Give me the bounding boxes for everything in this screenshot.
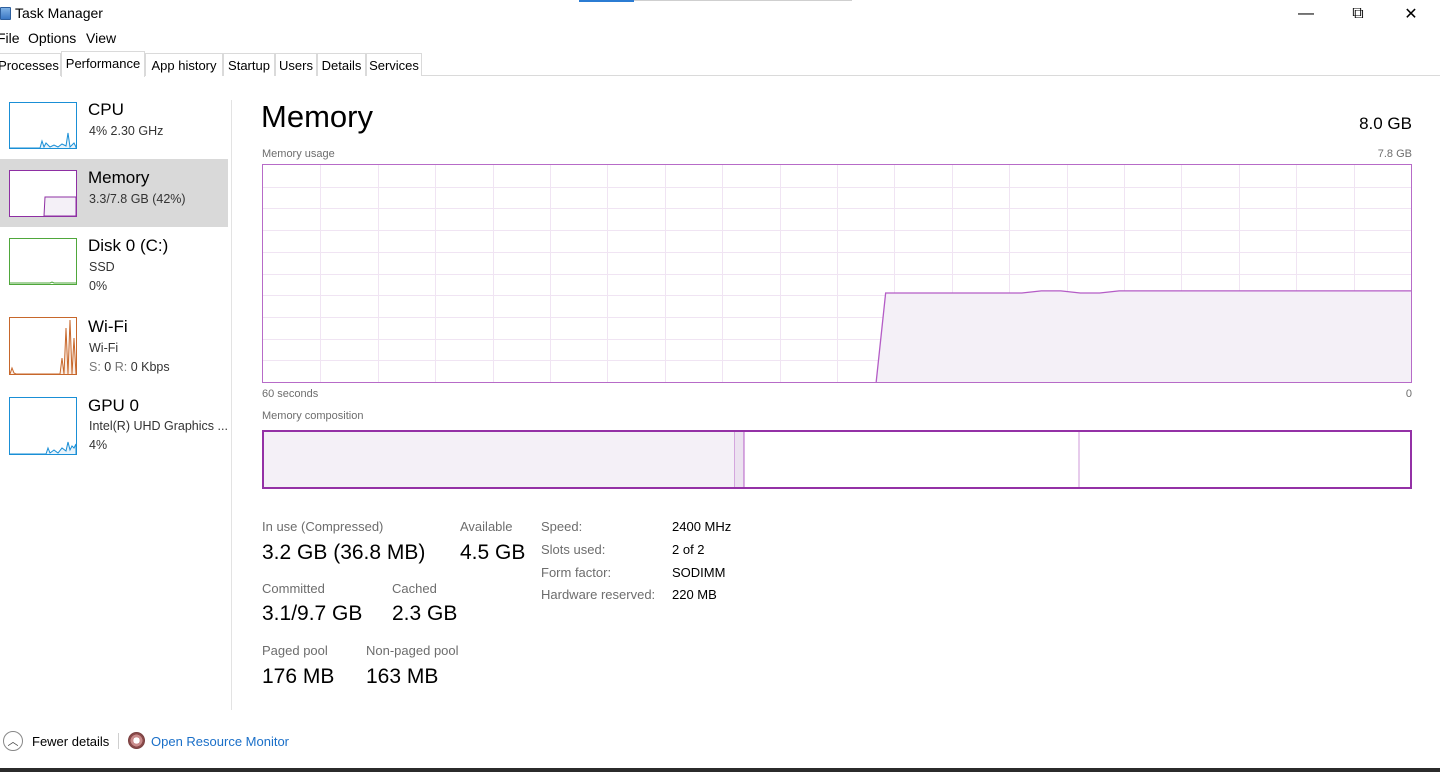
wifi-send-value: 0	[104, 360, 112, 374]
title-accent-line	[579, 0, 634, 2]
menu-view[interactable]: View	[86, 30, 116, 46]
tab-performance[interactable]: Performance	[61, 51, 145, 77]
memory-usage: 3.3/7.8 GB (42%)	[89, 192, 186, 206]
paged-pool-value: 176 MB	[262, 665, 335, 688]
disk-usage: 0%	[89, 279, 108, 293]
committed-label: Committed	[262, 581, 325, 596]
tab-details[interactable]: Details	[317, 53, 366, 76]
slots-used-key: Slots used:	[541, 542, 606, 557]
hardware-reserved-key: Hardware reserved:	[541, 587, 656, 602]
memory-usage-max: 7.8 GB	[1377, 148, 1412, 160]
in-use-label: In use (Compressed)	[262, 519, 384, 534]
memory-usage-label: Memory usage	[262, 148, 335, 160]
wifi-thumbnail-graph	[9, 317, 77, 375]
memory-usage-area	[876, 290, 1411, 382]
disk-title: Disk 0 (C:)	[88, 236, 169, 255]
cpu-thumbnail-graph	[9, 102, 77, 149]
menu-options[interactable]: Options	[28, 30, 76, 46]
cpu-title: CPU	[88, 100, 124, 119]
gpu-usage: 4%	[89, 438, 108, 452]
tab-users[interactable]: Users	[275, 53, 317, 76]
footer-divider	[118, 733, 119, 749]
speed-value: 2400 MHz	[672, 519, 732, 534]
memory-thumbnail-graph	[9, 170, 77, 217]
tab-processes[interactable]: Processes	[0, 53, 61, 76]
hardware-reserved-value: 220 MB	[672, 587, 717, 602]
sidebar-item-cpu[interactable]: CPU 4% 2.30 GHz	[0, 91, 228, 159]
taskbar-edge	[0, 768, 1440, 772]
in-use-value: 3.2 GB (36.8 MB)	[262, 541, 426, 564]
sidebar-item-memory[interactable]: Memory 3.3/7.8 GB (42%)	[0, 159, 228, 227]
wifi-title: Wi-Fi	[88, 317, 128, 336]
gpu-title: GPU 0	[88, 396, 140, 415]
sidebar-item-gpu[interactable]: GPU 0 Intel(R) UHD Graphics ... 4%	[0, 385, 228, 455]
close-icon: ✕	[1404, 6, 1418, 23]
memory-composition-label: Memory composition	[262, 410, 364, 422]
task-manager-icon	[0, 7, 11, 20]
form-factor-value: SODIMM	[672, 565, 726, 580]
fewer-details-button[interactable]: Fewer details	[32, 734, 109, 749]
disk-thumbnail-graph	[9, 238, 77, 285]
composition-modified	[735, 432, 744, 487]
time-axis-left: 60 seconds	[262, 388, 319, 400]
non-paged-pool-value: 163 MB	[366, 665, 439, 688]
non-paged-pool-label: Non-paged pool	[366, 643, 459, 658]
form-factor-key: Form factor:	[541, 565, 612, 580]
sidebar-item-disk[interactable]: Disk 0 (C:) SSD 0%	[0, 227, 228, 295]
memory-usage-graph	[262, 164, 1412, 383]
minimize-icon: —	[1298, 5, 1314, 22]
open-resource-monitor-link[interactable]: Open Resource Monitor	[151, 734, 289, 749]
sidebar-divider	[231, 100, 232, 710]
time-axis-right: 0	[1405, 388, 1412, 400]
tab-services[interactable]: Services	[366, 53, 422, 76]
title-accent-line-2	[634, 0, 852, 1]
fewer-details-icon[interactable]: ︿	[3, 731, 23, 751]
disk-type: SSD	[89, 260, 115, 274]
tab-app-history[interactable]: App history	[145, 53, 223, 76]
wifi-receive-value: 0 Kbps	[130, 360, 170, 374]
cpu-usage: 4% 2.30 GHz	[89, 124, 164, 138]
restore-button[interactable]: ⧉	[1331, 0, 1385, 28]
minimize-button[interactable]: —	[1279, 0, 1333, 28]
cached-value: 2.3 GB	[392, 602, 458, 625]
sidebar-item-wifi[interactable]: Wi-Fi Wi-Fi S: 0 R: 0 Kbps	[0, 306, 228, 375]
speed-key: Speed:	[541, 519, 583, 534]
memory-usage-chart	[263, 165, 1411, 383]
gpu-model: Intel(R) UHD Graphics ...	[89, 419, 228, 433]
memory-title: Memory	[88, 168, 150, 187]
menu-file[interactable]: File	[0, 30, 20, 46]
memory-total: 8.0 GB	[1359, 114, 1412, 133]
cached-label: Cached	[392, 581, 437, 596]
memory-composition-bar	[262, 430, 1412, 489]
wifi-adapter: Wi-Fi	[89, 341, 119, 355]
available-label: Available	[460, 519, 513, 534]
page-title: Memory	[261, 99, 373, 134]
tab-strip: Processes Performance App history Startu…	[0, 51, 1440, 77]
resource-monitor-icon	[128, 732, 145, 749]
window-title: Task Manager	[15, 5, 103, 21]
title-bar: Task Manager — ⧉ ✕	[0, 0, 1440, 28]
close-button[interactable]: ✕	[1384, 0, 1438, 28]
tab-startup[interactable]: Startup	[223, 53, 275, 76]
slots-used-value: 2 of 2	[672, 542, 705, 557]
restore-icon: ⧉	[1352, 5, 1364, 22]
composition-in-use	[264, 432, 735, 487]
wifi-send-key: S:	[89, 360, 101, 374]
gpu-thumbnail-graph	[9, 397, 77, 455]
available-value: 4.5 GB	[460, 541, 526, 564]
paged-pool-label: Paged pool	[262, 643, 328, 658]
wifi-receive-key: R:	[114, 360, 128, 374]
committed-value: 3.1/9.7 GB	[262, 602, 363, 625]
wifi-throughput: S: 0 R: 0 Kbps	[89, 360, 170, 374]
